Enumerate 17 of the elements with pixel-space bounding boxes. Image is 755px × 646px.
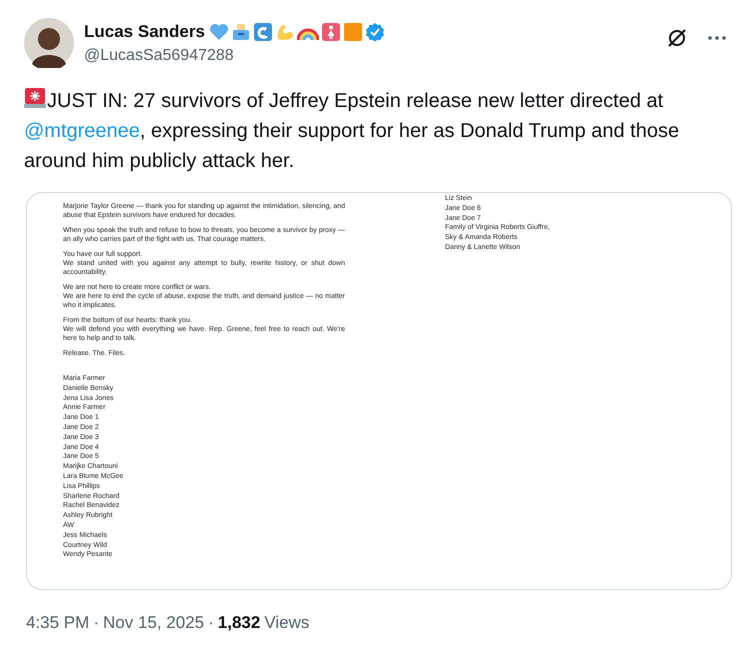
views-count: 1,832 (218, 612, 260, 634)
post-time[interactable]: 4:35 PM (26, 610, 90, 636)
square-icon (342, 22, 363, 42)
author-name[interactable]: Lucas Sanders (84, 20, 205, 44)
views-label: Views (264, 612, 310, 634)
separator-dot: · (208, 612, 214, 634)
heart-icon (208, 23, 229, 41)
tweet-text: JUST IN: 27 survivors of Jeffrey Epstein release new letter directed at @mtgreenee, expressing their support for her as Donald Trump and those around him publicly attack her. (24, 86, 731, 176)
more-icon[interactable] (707, 35, 727, 41)
ballot-box-icon (230, 22, 251, 42)
verified-icon (364, 22, 385, 42)
separator-dot: · (93, 612, 99, 634)
siren-icon (24, 86, 46, 110)
author-handle[interactable]: @LucasSa56947288 (84, 44, 385, 68)
post-date[interactable]: Nov 15, 2025 (102, 610, 204, 636)
avatar[interactable] (24, 18, 74, 68)
woman-sign-icon (320, 22, 341, 42)
